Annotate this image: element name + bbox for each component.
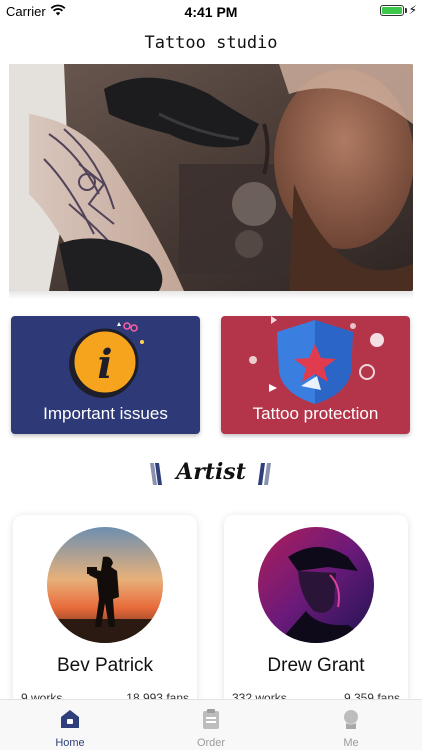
tab-bar: Home Order Me — [0, 699, 422, 750]
clipboard-icon — [203, 709, 219, 729]
battery-icon — [380, 5, 404, 16]
artist-name: Bev Patrick — [56, 655, 154, 676]
cap-portrait-avatar — [258, 527, 374, 643]
hero-banner[interactable] — [9, 64, 413, 291]
photographer-sunset-avatar — [47, 527, 163, 643]
artist-avatar — [258, 527, 374, 643]
svg-text:i: i — [97, 341, 112, 388]
artist-card[interactable]: Drew Grant 332 works 9,359 fans — [224, 515, 408, 715]
tab-home-label: Home — [55, 737, 85, 749]
hero-shadow — [9, 291, 413, 299]
tab-order[interactable]: Order — [141, 700, 281, 750]
home-icon — [61, 710, 79, 728]
tab-me-label: Me — [343, 737, 359, 749]
charging-icon: ⚡ — [408, 3, 417, 17]
artist-name: Drew Grant — [267, 655, 365, 676]
tab-home[interactable]: Home — [0, 700, 140, 750]
important-issues-tile[interactable]: i Important issues — [11, 316, 200, 434]
tattoo-protection-label: Tattoo protection — [252, 404, 379, 423]
battery-tip — [405, 8, 407, 13]
tab-me[interactable]: Me — [281, 700, 421, 750]
tattoo-session-photo — [9, 64, 413, 291]
section-title: Artist — [176, 459, 246, 485]
tab-order-label: Order — [196, 737, 226, 749]
clock: 4:41 PM — [184, 4, 238, 20]
heading-decoration-right-icon — [258, 463, 271, 485]
artist-avatar — [47, 527, 163, 643]
user-icon — [344, 710, 358, 729]
artist-section-heading: Artist — [0, 455, 422, 491]
tattoo-protection-tile[interactable]: Tattoo protection — [221, 316, 410, 434]
page-title: Tattoo studio — [144, 33, 278, 53]
status-bar: Carrier 4:41 PM ⚡ — [0, 0, 422, 22]
important-issues-label: Important issues — [43, 404, 168, 423]
artist-card[interactable]: Bev Patrick 9 works 18,993 fans — [13, 515, 197, 715]
